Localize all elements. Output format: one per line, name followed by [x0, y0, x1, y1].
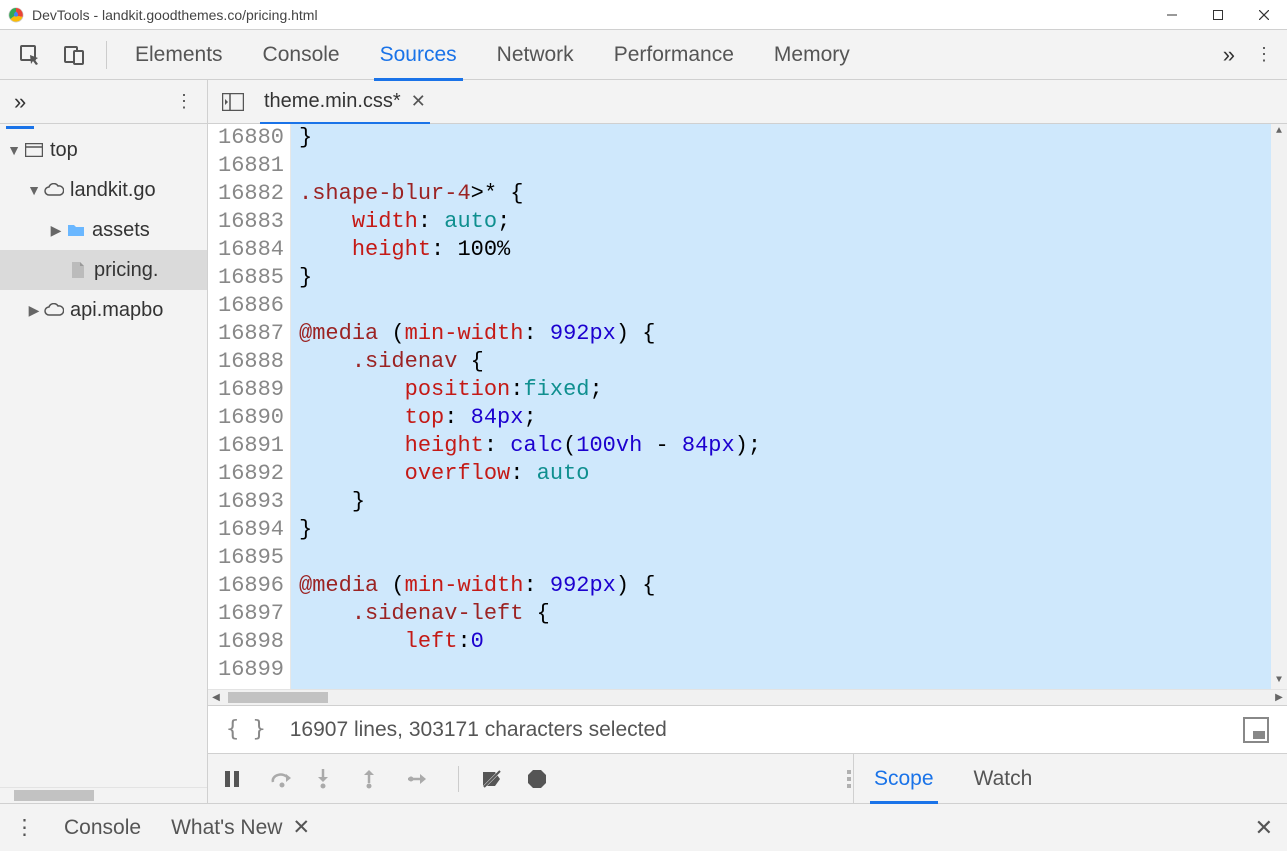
tree-label: assets	[92, 219, 150, 242]
separator	[106, 41, 107, 69]
tab-network[interactable]: Network	[497, 30, 574, 80]
pause-icon[interactable]	[224, 770, 252, 788]
window-titlebar: DevTools - landkit.goodthemes.co/pricing…	[0, 0, 1287, 30]
minimize-button[interactable]	[1149, 0, 1195, 30]
tree-label: api.mapbo	[70, 299, 163, 322]
step-into-icon[interactable]	[316, 769, 344, 789]
folder-icon	[64, 223, 88, 237]
editor-status-bar: { } 16907 lines, 303171 characters selec…	[208, 705, 1287, 753]
device-toggle-icon[interactable]	[56, 37, 92, 73]
drawer-tab-whatsnew[interactable]: What's New ✕	[171, 815, 310, 840]
tab-performance[interactable]: Performance	[614, 30, 734, 80]
window-title: DevTools - landkit.goodthemes.co/pricing…	[32, 7, 1149, 23]
expand-arrow-icon[interactable]: ▼	[6, 142, 22, 158]
resize-handle[interactable]	[845, 764, 853, 794]
file-icon	[66, 261, 90, 279]
step-over-icon[interactable]	[270, 770, 298, 788]
file-tree: ▼ top ▼ landkit.go ▶ assets pricing. ▶	[0, 124, 207, 787]
toggle-navigator-icon[interactable]	[222, 93, 244, 111]
separator	[458, 766, 459, 792]
step-icon[interactable]	[408, 772, 436, 786]
editor-panel: theme.min.css* ✕ 16880168811688216883168…	[208, 80, 1287, 803]
navigator-menu-icon[interactable]: ⋮	[175, 91, 193, 112]
tree-label: landkit.go	[70, 179, 156, 202]
status-text: 16907 lines, 303171 characters selected	[290, 718, 667, 742]
tab-memory[interactable]: Memory	[774, 30, 850, 80]
pretty-print-icon[interactable]: { }	[226, 717, 266, 742]
maximize-button[interactable]	[1195, 0, 1241, 30]
tree-domain[interactable]: ▼ landkit.go	[0, 170, 207, 210]
settings-menu-icon[interactable]: ⋮	[1249, 44, 1279, 65]
close-window-button[interactable]	[1241, 0, 1287, 30]
line-gutter: 1688016881168821688316884168851688616887…	[208, 124, 291, 689]
deactivate-breakpoints-icon[interactable]	[481, 769, 509, 789]
code-content[interactable]: } .shape-blur-4>* { width: auto; height:…	[291, 124, 1271, 689]
expand-arrow-icon[interactable]: ▶	[26, 302, 42, 319]
expand-arrow-icon[interactable]: ▶	[48, 222, 64, 239]
pause-exceptions-icon[interactable]	[527, 769, 555, 789]
cloud-icon	[42, 183, 66, 197]
code-editor[interactable]: 1688016881168821688316884168851688616887…	[208, 124, 1287, 689]
tab-console[interactable]: Console	[263, 30, 340, 80]
coverage-icon[interactable]	[1243, 717, 1269, 743]
tree-label: top	[50, 139, 78, 162]
tabs-overflow-icon[interactable]: »	[1223, 42, 1235, 68]
editor-tab-label: theme.min.css*	[264, 90, 401, 113]
tree-top[interactable]: ▼ top	[0, 130, 207, 170]
drawer: ⋮ Console What's New ✕ ✕	[0, 803, 1287, 851]
debugger-controls	[208, 754, 854, 803]
drawer-tab-label: What's New	[171, 816, 282, 840]
navigator-h-scrollbar[interactable]	[0, 787, 207, 803]
editor-v-scrollbar[interactable]: ▲ ▼	[1271, 124, 1287, 689]
tree-domain-mapbox[interactable]: ▶ api.mapbo	[0, 290, 207, 330]
tree-file-pricing[interactable]: pricing.	[0, 250, 207, 290]
tab-watch[interactable]: Watch	[974, 754, 1033, 804]
expand-arrow-icon[interactable]: ▼	[26, 182, 42, 198]
editor-tab-strip: theme.min.css* ✕	[208, 80, 1287, 124]
chrome-icon	[8, 7, 24, 23]
cloud-icon	[42, 303, 66, 317]
tab-sources[interactable]: Sources	[380, 30, 457, 80]
inspect-element-icon[interactable]	[12, 37, 48, 73]
drawer-menu-icon[interactable]: ⋮	[14, 815, 34, 840]
navigator-panel: » ⋮ ▼ top ▼ landkit.go ▶ assets pric	[0, 80, 208, 803]
editor-tab[interactable]: theme.min.css* ✕	[264, 80, 426, 124]
navigator-header: » ⋮	[0, 80, 207, 124]
step-out-icon[interactable]	[362, 769, 390, 789]
navigator-tab-selector[interactable]: »	[14, 89, 26, 115]
close-tab-icon[interactable]: ✕	[411, 91, 426, 112]
tree-label: pricing.	[94, 259, 158, 282]
tree-folder-assets[interactable]: ▶ assets	[0, 210, 207, 250]
close-drawer-icon[interactable]: ✕	[1255, 815, 1273, 841]
debugger-bar: Scope Watch	[208, 753, 1287, 803]
tab-scope[interactable]: Scope	[874, 754, 934, 804]
debugger-sidebar-tabs: Scope Watch	[854, 754, 1287, 803]
editor-h-scrollbar[interactable]: ◀ ▶	[208, 689, 1287, 705]
main-panel: » ⋮ ▼ top ▼ landkit.go ▶ assets pric	[0, 80, 1287, 803]
window-frame-icon	[22, 143, 46, 157]
drawer-tab-console[interactable]: Console	[64, 816, 141, 840]
tab-elements[interactable]: Elements	[135, 30, 223, 80]
devtools-toolbar: Elements Console Sources Network Perform…	[0, 30, 1287, 80]
close-icon[interactable]: ✕	[292, 815, 310, 840]
